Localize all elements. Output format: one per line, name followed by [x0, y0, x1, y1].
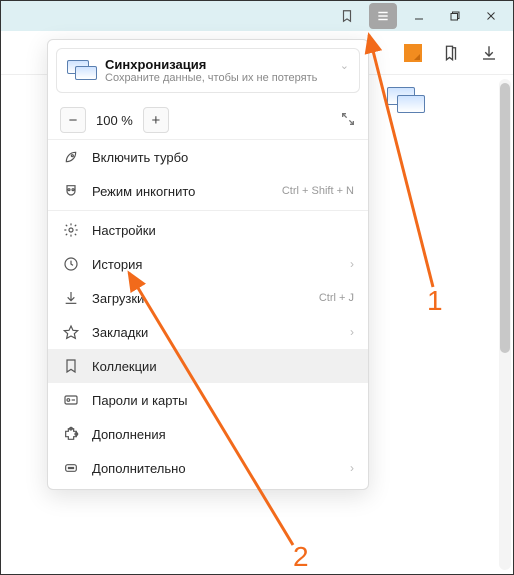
puzzle-icon: [62, 425, 80, 443]
menu-label: Дополнения: [92, 427, 354, 442]
menu-item-bookmarks[interactable]: Закладки ›: [48, 315, 368, 349]
annotation-number-2: 2: [293, 541, 309, 573]
download-icon: [62, 289, 80, 307]
annotation-number-1: 1: [427, 285, 443, 317]
menu-item-more[interactable]: Дополнительно ›: [48, 451, 368, 485]
zoom-in-button[interactable]: +: [143, 107, 169, 133]
download-toolbar-icon[interactable]: [479, 43, 499, 63]
sync-card[interactable]: Синхронизация Сохраните данные, чтобы их…: [56, 48, 360, 93]
chevron-right-icon: ›: [350, 257, 354, 271]
collections-toolbar-icon[interactable]: [441, 43, 461, 63]
menu-item-addons[interactable]: Дополнения: [48, 417, 368, 451]
chevron-down-icon: ⌄: [340, 59, 349, 72]
shortcut-label: Ctrl + J: [319, 292, 354, 304]
menu-item-collections[interactable]: Коллекции: [48, 349, 368, 383]
menu-label: Дополнительно: [92, 461, 338, 476]
zoom-controls: − 100 % +: [48, 101, 368, 140]
card-icon: [62, 391, 80, 409]
menu-item-incognito[interactable]: Режим инкогнито Ctrl + Shift + N: [48, 174, 368, 208]
shortcut-label: Ctrl + Shift + N: [282, 185, 354, 197]
window-titlebar: [1, 1, 513, 31]
minimize-button[interactable]: [405, 3, 433, 29]
menu-label: Коллекции: [92, 359, 354, 374]
incognito-icon: [62, 182, 80, 200]
gear-icon: [62, 221, 80, 239]
sync-icon: [67, 60, 95, 82]
menu-item-passwords[interactable]: Пароли и карты: [48, 383, 368, 417]
menu-label: Настройки: [92, 223, 354, 238]
bookmark-icon[interactable]: [333, 3, 361, 29]
main-menu-dropdown: Синхронизация Сохраните данные, чтобы их…: [47, 39, 369, 490]
maximize-button[interactable]: [441, 3, 469, 29]
rocket-icon: [62, 148, 80, 166]
menu-label: Закладки: [92, 325, 338, 340]
menu-label: Режим инкогнито: [92, 184, 270, 199]
zoom-value: 100 %: [86, 113, 143, 128]
chevron-right-icon: ›: [350, 461, 354, 475]
scrollbar-thumb[interactable]: [500, 83, 510, 353]
star-icon: [62, 323, 80, 341]
sync-title: Синхронизация: [105, 57, 317, 72]
menu-item-settings[interactable]: Настройки: [48, 213, 368, 247]
menu-label: Включить турбо: [92, 150, 354, 165]
fullscreen-icon[interactable]: [340, 111, 356, 130]
sync-illustration-icon: [387, 87, 423, 115]
dots-icon: [62, 459, 80, 477]
menu-item-turbo[interactable]: Включить турбо: [48, 140, 368, 174]
menu-item-downloads[interactable]: Загрузки Ctrl + J: [48, 281, 368, 315]
scrollbar[interactable]: [499, 79, 511, 570]
chevron-right-icon: ›: [350, 325, 354, 339]
menu-item-history[interactable]: История ›: [48, 247, 368, 281]
menu-label: История: [92, 257, 338, 272]
menu-label: Загрузки: [92, 291, 307, 306]
sync-subtitle: Сохраните данные, чтобы их не потерять: [105, 72, 317, 84]
zoom-out-button[interactable]: −: [60, 107, 86, 133]
flag-icon: [62, 357, 80, 375]
close-button[interactable]: [477, 3, 505, 29]
menu-label: Пароли и карты: [92, 393, 354, 408]
hamburger-menu-button[interactable]: [369, 3, 397, 29]
app-icon[interactable]: [403, 43, 423, 63]
clock-icon: [62, 255, 80, 273]
